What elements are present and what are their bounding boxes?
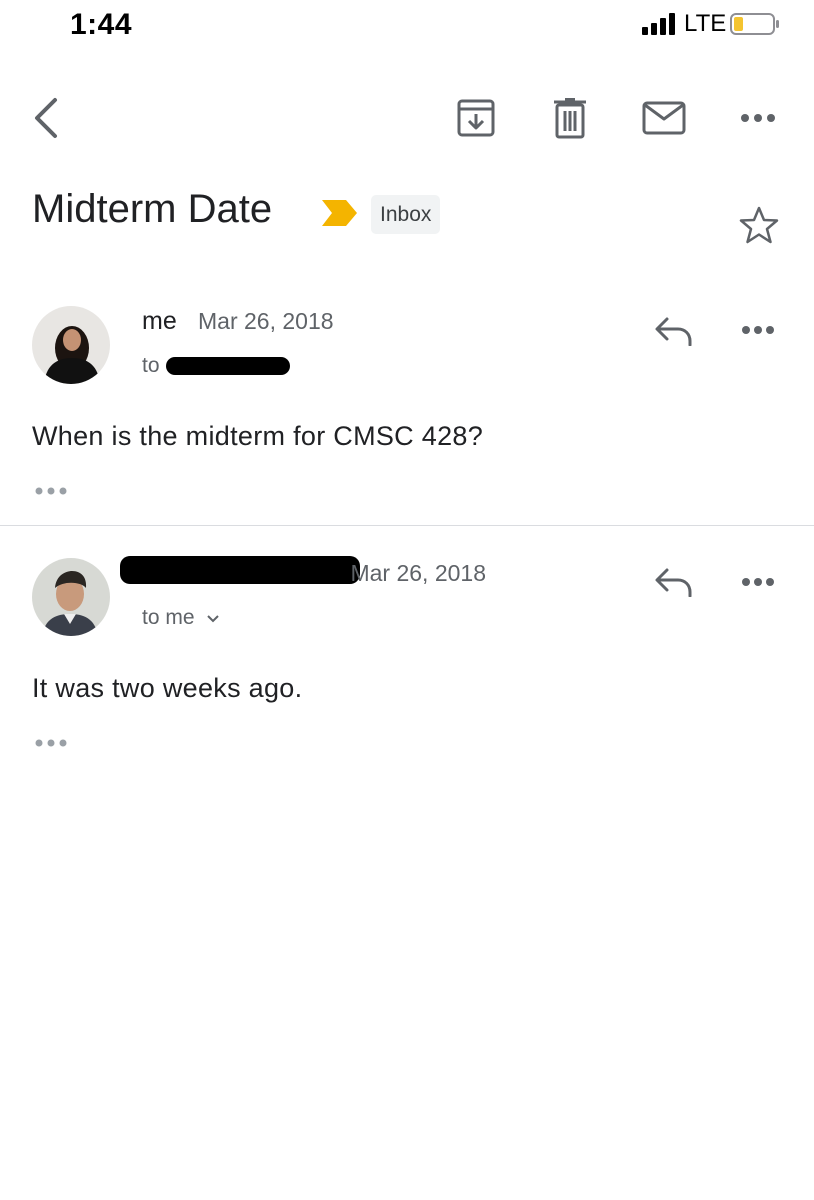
profile-photo bbox=[32, 306, 110, 384]
signal-strength-icon bbox=[642, 13, 675, 35]
sender-avatar[interactable] bbox=[32, 306, 110, 384]
message-sender: me bbox=[142, 307, 177, 335]
show-trimmed-content-button[interactable] bbox=[34, 736, 68, 750]
mark-unread-button[interactable] bbox=[638, 96, 690, 140]
recipient-text: to me bbox=[142, 606, 195, 629]
more-horizontal-icon bbox=[742, 578, 774, 586]
reply-button[interactable] bbox=[652, 565, 696, 599]
trash-icon bbox=[554, 98, 586, 139]
message-date: Mar 26, 2018 bbox=[350, 560, 486, 586]
sender-avatar[interactable] bbox=[32, 558, 110, 636]
message-divider bbox=[0, 525, 814, 526]
chevron-down-icon bbox=[207, 615, 220, 623]
more-horizontal-icon bbox=[742, 326, 774, 334]
archive-icon bbox=[457, 99, 495, 137]
more-horizontal-icon bbox=[741, 114, 775, 122]
mail-icon bbox=[642, 101, 686, 135]
profile-photo bbox=[32, 558, 110, 636]
chevron-left-icon bbox=[35, 98, 57, 138]
reply-icon bbox=[655, 568, 692, 597]
recipient-line[interactable]: to me bbox=[142, 606, 220, 630]
show-trimmed-content-button[interactable] bbox=[34, 484, 68, 498]
email-subject: Midterm Date bbox=[32, 187, 273, 231]
message-body: When is the midterm for CMSC 428? bbox=[32, 421, 484, 451]
message-date: Mar 26, 2018 bbox=[198, 308, 334, 334]
ellipsis-icon bbox=[35, 739, 67, 747]
back-button[interactable] bbox=[26, 94, 66, 142]
recipient-line[interactable]: to bbox=[142, 354, 160, 378]
message-body: It was two weeks ago. bbox=[32, 673, 303, 703]
delete-button[interactable] bbox=[548, 95, 592, 141]
reply-icon bbox=[655, 317, 692, 346]
importance-marker-icon[interactable] bbox=[322, 198, 358, 228]
redaction-mark bbox=[120, 556, 360, 584]
message-more-button[interactable] bbox=[738, 318, 778, 342]
reply-button[interactable] bbox=[652, 314, 696, 348]
carrier-label: LTE bbox=[684, 10, 727, 37]
redaction-mark bbox=[166, 357, 290, 375]
ellipsis-icon bbox=[35, 487, 67, 495]
star-button[interactable] bbox=[738, 204, 780, 246]
status-time: 1:44 bbox=[70, 8, 133, 41]
inbox-label-chip[interactable]: Inbox bbox=[371, 195, 441, 234]
star-icon bbox=[739, 206, 779, 244]
battery-icon bbox=[730, 13, 779, 35]
archive-button[interactable] bbox=[452, 96, 500, 140]
message-more-button[interactable] bbox=[738, 570, 778, 594]
more-options-button[interactable] bbox=[736, 104, 780, 132]
